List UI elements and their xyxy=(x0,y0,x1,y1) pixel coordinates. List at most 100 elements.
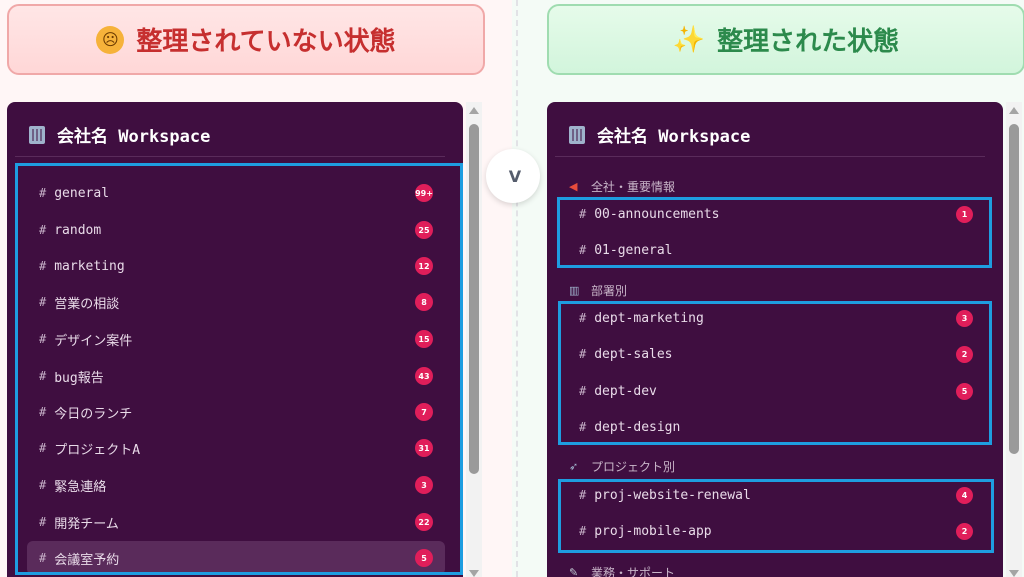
channel-item[interactable]: # random 25 xyxy=(27,213,445,247)
unread-badge: 31 xyxy=(415,439,433,457)
unread-badge: 22 xyxy=(415,513,433,531)
workspace-title[interactable]: 会社名 Workspace xyxy=(29,122,210,147)
channel-name: general xyxy=(54,185,110,201)
hash-icon: # xyxy=(39,186,47,200)
scroll-thumb[interactable] xyxy=(469,124,479,474)
channel-name: proj-website-renewal xyxy=(594,487,751,503)
unread-badge: 12 xyxy=(415,257,433,275)
unread-badge: 7 xyxy=(415,403,433,421)
channel-name: proj-mobile-app xyxy=(594,523,712,539)
sparkles-icon: ✨ xyxy=(672,24,706,55)
channel-item[interactable]: # general 99+ xyxy=(27,176,445,210)
workspace-name: 会社名 Workspace xyxy=(597,127,751,147)
channel-name: dept-sales xyxy=(594,346,673,362)
channel-item[interactable]: # 今日のランチ 7 xyxy=(27,395,445,429)
scroll-up-icon[interactable] xyxy=(1009,107,1019,114)
unread-badge: 43 xyxy=(415,367,433,385)
workspace-title[interactable]: 会社名 Workspace xyxy=(569,122,750,147)
divider xyxy=(555,156,985,157)
hash-icon: # xyxy=(39,369,47,383)
channel-item[interactable]: # bug報告 43 xyxy=(27,359,445,393)
channel-item[interactable]: # 開発チーム 22 xyxy=(27,505,445,539)
dizzy-face-icon: ☹ xyxy=(96,25,125,54)
section-title: 業務・サポート xyxy=(591,566,676,577)
channel-name: プロジェクトA xyxy=(54,442,141,458)
hash-icon: # xyxy=(39,259,47,273)
hash-icon: # xyxy=(39,515,47,529)
unread-badge: 8 xyxy=(415,293,433,311)
left-header: ☹ 整理されていない状態 xyxy=(7,4,485,75)
section-header-projects[interactable]: ➶ プロジェクト別 xyxy=(569,458,675,475)
hash-icon: # xyxy=(579,207,587,221)
hash-icon: # xyxy=(579,243,587,257)
channel-name: 00-announcements xyxy=(594,206,720,222)
channel-name: 緊急連絡 xyxy=(54,479,107,495)
center-divider xyxy=(516,0,518,577)
section-header-support[interactable]: ✎ 業務・サポート xyxy=(569,564,675,577)
building-icon xyxy=(569,125,585,144)
channel-item[interactable]: # dept-dev 5 xyxy=(567,374,985,408)
channel-item[interactable]: # proj-website-renewal 4 xyxy=(567,478,985,512)
left-header-title: 整理されていない状態 xyxy=(136,27,396,57)
channel-item[interactable]: # デザイン案件 15 xyxy=(27,322,445,356)
scroll-down-icon[interactable] xyxy=(469,570,479,577)
unread-badge: 5 xyxy=(956,382,973,400)
channel-item[interactable]: # 01-general xyxy=(567,233,985,267)
channel-item[interactable]: # marketing 12 xyxy=(27,249,445,283)
unread-badge: 3 xyxy=(956,309,973,327)
section-title: 全社・重要情報 xyxy=(591,180,676,194)
scroll-up-icon[interactable] xyxy=(469,107,479,114)
left-scrollbar[interactable] xyxy=(466,102,482,577)
channel-name: dept-dev xyxy=(594,383,657,399)
vs-label: V xyxy=(508,166,522,186)
hash-icon: # xyxy=(579,524,587,538)
right-sidebar: 会社名 Workspace ◀ 全社・重要情報 # 00-announcemen… xyxy=(547,102,1003,577)
channel-item[interactable]: # dept-sales 2 xyxy=(567,337,985,371)
channel-item[interactable]: # 緊急連絡 3 xyxy=(27,468,445,502)
hash-icon: # xyxy=(39,478,47,492)
hash-icon: # xyxy=(39,295,47,309)
hash-icon: # xyxy=(39,405,47,419)
vs-badge: V xyxy=(486,149,540,203)
left-sidebar: 会社名 Workspace # general 99+ # random 25 … xyxy=(7,102,463,577)
channel-item[interactable]: # プロジェクトA 31 xyxy=(27,431,445,465)
section-title: プロジェクト別 xyxy=(591,460,676,474)
channel-name: random xyxy=(54,222,102,238)
channel-name: 今日のランチ xyxy=(54,406,133,422)
channel-item[interactable]: # 営業の相談 8 xyxy=(27,285,445,319)
hash-icon: # xyxy=(579,347,587,361)
hash-icon: # xyxy=(39,332,47,346)
unread-badge: 2 xyxy=(956,345,973,363)
hash-icon: # xyxy=(39,223,47,237)
channel-item[interactable]: # dept-design xyxy=(567,410,985,444)
section-title: 部署別 xyxy=(591,284,628,298)
channel-name: 01-general xyxy=(594,242,673,258)
hash-icon: # xyxy=(579,384,587,398)
unread-badge: 99+ xyxy=(415,184,433,202)
channel-name: dept-design xyxy=(594,419,681,435)
section-header-departments[interactable]: ▥ 部署別 xyxy=(569,282,627,299)
channel-name: 営業の相談 xyxy=(54,296,120,312)
section-header-company[interactable]: ◀ 全社・重要情報 xyxy=(569,178,675,195)
unread-badge: 1 xyxy=(956,205,973,223)
unread-badge: 25 xyxy=(415,221,433,239)
channel-item[interactable]: # dept-marketing 3 xyxy=(567,301,985,335)
unread-badge: 4 xyxy=(956,486,973,504)
channel-name: bug報告 xyxy=(54,370,104,386)
channel-item[interactable]: # 00-announcements 1 xyxy=(567,197,985,231)
rocket-icon: ➶ xyxy=(569,460,579,473)
hash-icon: # xyxy=(39,441,47,455)
scroll-thumb[interactable] xyxy=(1009,124,1019,454)
wrench-icon: ✎ xyxy=(569,566,579,577)
unread-badge: 3 xyxy=(415,476,433,494)
building-icon xyxy=(29,125,45,144)
channel-item[interactable]: # proj-mobile-app 2 xyxy=(567,514,985,548)
right-scrollbar[interactable] xyxy=(1006,102,1022,577)
workspace-name: 会社名 Workspace xyxy=(57,127,211,147)
channel-item[interactable]: # 会議室予約 5 xyxy=(27,541,445,575)
megaphone-icon: ◀ xyxy=(569,180,578,193)
scroll-down-icon[interactable] xyxy=(1009,570,1019,577)
channel-name: dept-marketing xyxy=(594,310,704,326)
hash-icon: # xyxy=(579,488,587,502)
building-icon: ▥ xyxy=(569,284,580,297)
